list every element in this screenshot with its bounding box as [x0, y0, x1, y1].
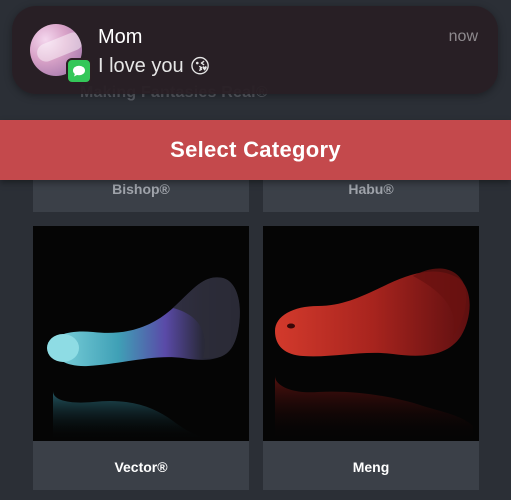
- notification-time: now: [448, 28, 478, 45]
- message-notification[interactable]: Mom I love you 😘 now: [12, 6, 498, 94]
- select-category-button[interactable]: Select Category: [0, 120, 511, 180]
- product-name: Vector®: [114, 459, 168, 475]
- product-card-meng[interactable]: Meng: [263, 226, 479, 490]
- product-name: Habu®: [348, 181, 394, 197]
- product-image: [33, 226, 249, 441]
- product-name: Bishop®: [112, 181, 170, 197]
- product-card-habu[interactable]: Habu®: [263, 175, 479, 212]
- product-card-vector[interactable]: Vector®: [33, 226, 249, 490]
- messages-icon: [66, 58, 92, 84]
- notification-message: I love you: [98, 55, 184, 77]
- notification-body: I love you 😘: [98, 54, 210, 79]
- product-name: Meng: [352, 459, 390, 475]
- notification-sender: Mom: [98, 26, 143, 48]
- kiss-emoji-icon: 😘: [189, 56, 211, 78]
- product-card-bishop[interactable]: Bishop®: [33, 175, 249, 212]
- product-image: [263, 226, 479, 441]
- select-category-label: Select Category: [170, 137, 341, 162]
